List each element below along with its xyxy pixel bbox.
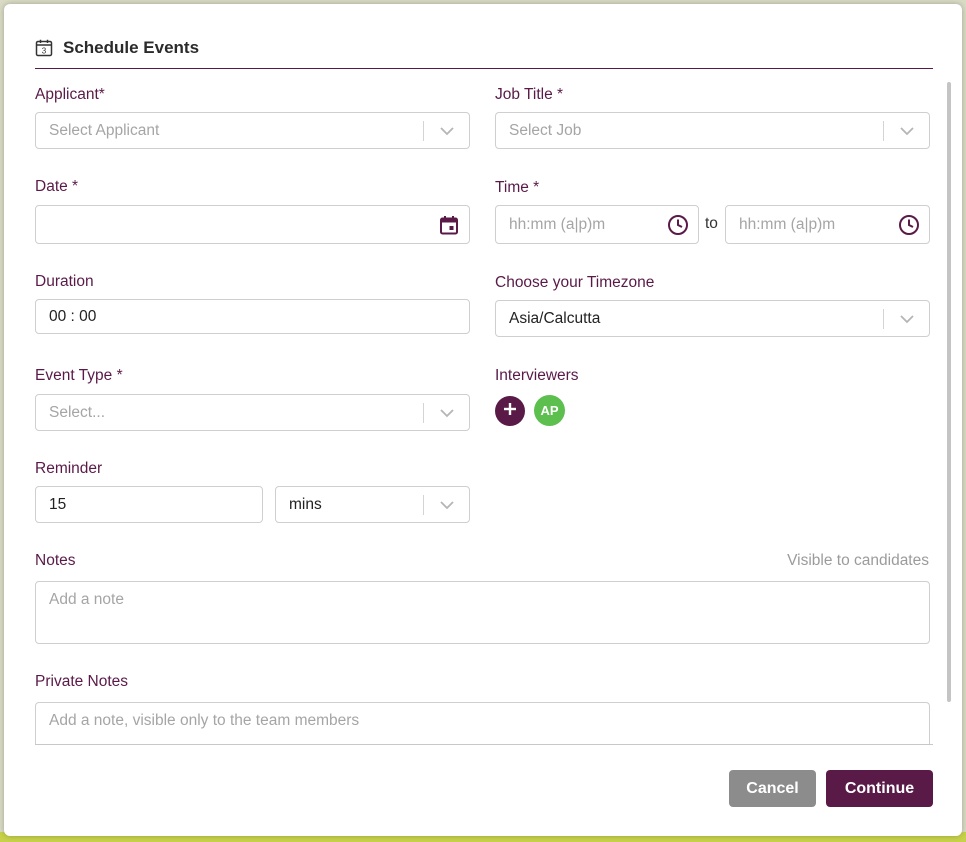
timezone-select[interactable]: Asia/Calcutta xyxy=(495,300,930,337)
start-time-placeholder: hh:mm (a|p)m xyxy=(509,215,606,233)
applicant-placeholder: Select Applicant xyxy=(49,121,160,139)
duration-label: Duration xyxy=(35,273,94,290)
private-notes-label: Private Notes xyxy=(35,673,129,690)
reminder-value-input[interactable]: 15 xyxy=(35,486,263,523)
event-type-label: Event Type * xyxy=(35,367,123,384)
interviewers-label: Interviewers xyxy=(495,367,579,384)
chevron-down-icon[interactable] xyxy=(424,500,469,510)
job-title-select[interactable]: Select Job xyxy=(495,112,930,149)
chevron-down-icon[interactable] xyxy=(424,408,469,418)
clock-icon[interactable] xyxy=(889,214,929,236)
clock-icon[interactable] xyxy=(658,214,698,236)
timezone-label: Choose your Timezone xyxy=(495,274,655,291)
chevron-down-icon[interactable] xyxy=(884,126,929,136)
time-label: Time * xyxy=(495,179,540,196)
scrollbar[interactable] xyxy=(947,82,951,702)
reminder-unit: mins xyxy=(289,495,322,513)
calendar-icon[interactable] xyxy=(429,215,469,235)
date-label: Date * xyxy=(35,178,79,195)
job-title-placeholder: Select Job xyxy=(509,121,582,139)
end-time-placeholder: hh:mm (a|p)m xyxy=(739,215,836,233)
reminder-value: 15 xyxy=(49,495,67,513)
end-time-input[interactable]: hh:mm (a|p)m xyxy=(725,205,930,244)
start-time-input[interactable]: hh:mm (a|p)m xyxy=(495,205,699,244)
chevron-down-icon[interactable] xyxy=(424,126,469,136)
duration-input[interactable]: 00 : 00 xyxy=(35,299,470,334)
reminder-unit-select[interactable]: mins xyxy=(275,486,470,523)
footer-divider xyxy=(35,744,933,745)
schedule-events-modal: 3 Schedule Events Applicant* Select Appl… xyxy=(4,4,962,836)
notes-label: Notes xyxy=(35,552,76,569)
event-type-placeholder: Select... xyxy=(49,403,105,421)
modal-header: 3 Schedule Events xyxy=(35,38,933,69)
modal-title: Schedule Events xyxy=(63,38,200,57)
timezone-value: Asia/Calcutta xyxy=(509,309,601,327)
duration-value: 00 : 00 xyxy=(49,307,97,325)
reminder-label: Reminder xyxy=(35,460,103,477)
svg-text:3: 3 xyxy=(42,47,47,56)
applicant-label: Applicant* xyxy=(35,86,105,103)
continue-button[interactable]: Continue xyxy=(826,770,933,807)
notes-visibility-hint: Visible to candidates xyxy=(787,552,929,569)
time-separator: to xyxy=(705,215,718,232)
add-interviewer-button[interactable] xyxy=(495,396,525,426)
job-title-label: Job Title * xyxy=(495,86,564,103)
calendar-icon: 3 xyxy=(35,39,53,57)
notes-textarea[interactable]: Add a note xyxy=(35,581,930,644)
event-type-select[interactable]: Select... xyxy=(35,394,470,431)
applicant-select[interactable]: Select Applicant xyxy=(35,112,470,149)
plus-icon xyxy=(502,401,518,422)
chevron-down-icon[interactable] xyxy=(884,314,929,324)
date-input[interactable] xyxy=(35,205,470,244)
avatar[interactable]: AP xyxy=(534,395,565,426)
private-notes-textarea[interactable]: Add a note, visible only to the team mem… xyxy=(35,702,930,744)
cancel-button[interactable]: Cancel xyxy=(729,770,816,807)
